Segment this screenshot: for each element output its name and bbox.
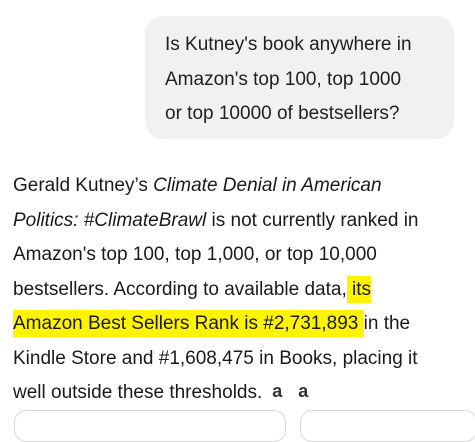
user-message-bubble: Is Kutney's book anywhere in Amazon's to… <box>145 16 454 139</box>
response-line: Gerald Kutney’s Climate Denial in Americ… <box>13 169 473 204</box>
response-line: Amazon Best Sellers Rank is #2,731,893 i… <box>13 307 473 342</box>
user-message-line: or top 10000 of bestsellers? <box>165 103 400 124</box>
response-text: well outside these thresholds. <box>13 382 263 403</box>
user-message-line: Amazon's top 100, top 1000 <box>165 68 402 90</box>
response-text: is not currently ranked in <box>206 209 419 231</box>
response-text: in the <box>363 313 411 334</box>
highlighted-text: Amazon Best Sellers Rank is #2,731,893 <box>13 310 364 337</box>
highlighted-text: its <box>346 275 372 303</box>
response-line: bestsellers. According to available data… <box>13 273 473 308</box>
response-line: Kindle Store and #1,608,475 in Books, pl… <box>13 347 418 369</box>
user-message-line: Is Kutney's book anywhere in <box>165 34 412 55</box>
amazon-source-icon[interactable]: a <box>292 380 314 402</box>
book-title-part: Climate Denial in American <box>153 175 382 196</box>
assistant-response: Gerald Kutney’s Climate Denial in Americ… <box>13 169 473 411</box>
response-text: bestsellers. According to available data… <box>13 278 347 300</box>
book-title-part: Politics: #ClimateBrawl <box>13 209 207 231</box>
response-line: well outside these thresholds. a a <box>13 376 473 411</box>
response-line: Politics: #ClimateBrawl is not currently… <box>13 204 473 239</box>
source-card[interactable] <box>300 410 475 442</box>
response-text: Gerald Kutney’s <box>13 175 154 196</box>
amazon-source-icon[interactable]: a <box>266 380 288 402</box>
response-line: Amazon's top 100, top 1,000, or top 10,0… <box>13 244 377 265</box>
source-card[interactable] <box>14 410 286 442</box>
